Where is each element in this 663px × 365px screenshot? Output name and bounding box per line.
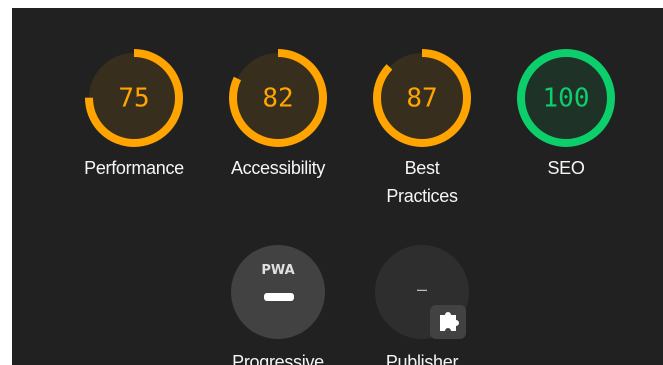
gauge-plugin[interactable]: – Publisher [349, 242, 495, 365]
gauge-performance[interactable]: 75 Performance [61, 48, 207, 182]
gauge-label: Best Practices [349, 154, 495, 210]
gauge-best-practices[interactable]: 87 Best Practices [349, 48, 495, 210]
gauge-ring-performance: 75 [85, 49, 183, 147]
gauge-label: Performance [84, 158, 184, 178]
gauge-label: Publisher [385, 352, 459, 365]
gauge-score: 82 [262, 84, 293, 114]
gauge-accessibility[interactable]: 82 Accessibility [205, 48, 351, 182]
plugin-puzzle-icon [430, 305, 466, 339]
gauge-ring-accessibility: 82 [229, 49, 327, 147]
gauge-ring-best-practices: 87 [373, 49, 471, 147]
gauge-label: Progressive [232, 352, 324, 365]
gauge-score: 87 [406, 84, 437, 114]
gauge-pwa[interactable]: PWA Progressive [205, 242, 351, 365]
gauge-label: Accessibility [230, 158, 326, 178]
gauge-label-line: Best [404, 158, 440, 178]
pwa-badge-text: PWA [261, 263, 294, 278]
lighthouse-scores-panel: 75 Performance 82 Accessibility 87 Best … [12, 8, 663, 365]
pwa-badge-icon: PWA [231, 245, 325, 339]
gauge-score: 100 [543, 84, 590, 114]
gauge-score: – [417, 279, 427, 299]
gauge-score: 75 [118, 84, 149, 114]
gauge-label-line: Practices [386, 186, 458, 206]
gauge-seo[interactable]: 100 SEO [493, 48, 639, 182]
gauge-label: SEO [547, 158, 585, 178]
gauge-ring-seo: 100 [517, 49, 615, 147]
